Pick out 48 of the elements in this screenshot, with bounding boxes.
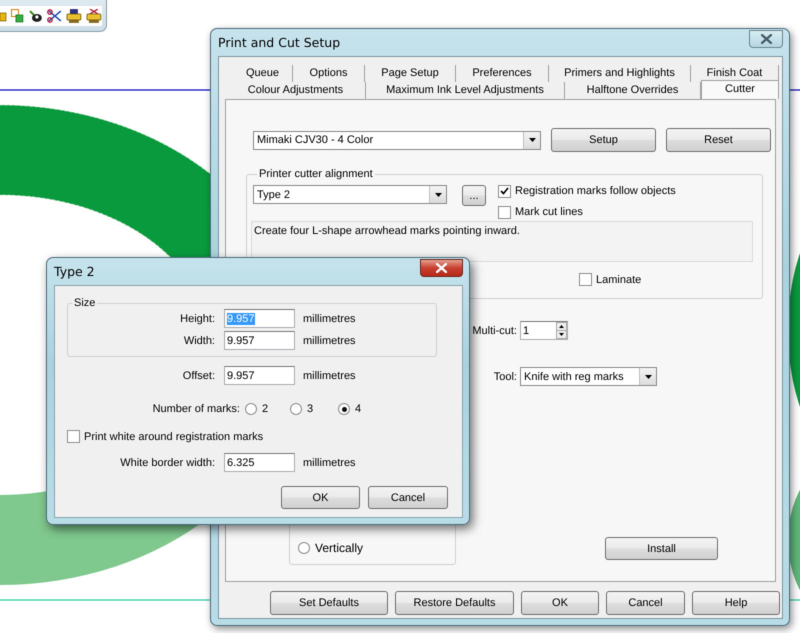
number-field[interactable]: 6.325 <box>224 453 295 472</box>
printer-button[interactable]: Reset <box>666 128 771 152</box>
radio-label: 3 <box>307 403 314 415</box>
dialog-button[interactable]: Cancel <box>368 486 448 509</box>
dialog-button[interactable]: OK <box>521 591 599 615</box>
field-label: Tool: <box>492 370 517 382</box>
unit-label: millimetres <box>303 370 357 382</box>
dialog-button[interactable]: Help <box>692 591 780 615</box>
field-label: Number of marks: <box>152 403 240 415</box>
checkbox-label: Registration marks follow objects <box>515 185 676 197</box>
checkbox-label: Laminate <box>596 274 642 286</box>
unit-label: millimetres <box>303 456 357 468</box>
printer-dropdown[interactable]: Mimaki CJV30 - 4 Color <box>253 130 541 150</box>
group-label: Printer cutter alignment <box>258 168 374 180</box>
unit-label: millimetres <box>303 312 357 324</box>
unit-label: millimetres <box>303 334 357 346</box>
tool-dropdown[interactable]: Knife with reg marks <box>520 367 657 386</box>
type-dropdown[interactable]: Type 2 <box>253 185 447 204</box>
checkbox-label: Print white around registration marks <box>84 430 264 442</box>
tab[interactable]: Preferences <box>456 65 549 82</box>
field-label: White border width: <box>119 456 215 468</box>
description-text: Create four L-shape arrowhead marks pointing inward. <box>254 225 520 237</box>
number-field[interactable]: 9.957 <box>224 366 295 385</box>
install-button[interactable]: Install <box>605 537 718 560</box>
radio-label: Vertically <box>315 541 364 555</box>
checkbox-label: Mark cut lines <box>515 206 583 218</box>
tab[interactable]: Primers and Highlights <box>549 65 691 82</box>
number-field[interactable]: 9.957 <box>224 331 295 350</box>
tab[interactable]: Options <box>293 65 365 82</box>
dialog-button[interactable]: OK <box>281 486 360 509</box>
dialog-button[interactable]: Cancel <box>606 591 685 615</box>
tab[interactable]: Page Setup <box>365 65 456 82</box>
radio-label: 2 <box>262 403 268 415</box>
tab[interactable]: Cutter <box>701 80 779 99</box>
radio-label: 4 <box>355 403 362 415</box>
window-title: Type 2 <box>54 264 95 279</box>
field-label: Multi-cut: <box>471 324 517 336</box>
browse-button[interactable]: ... <box>462 185 486 206</box>
tab[interactable]: Queue <box>233 65 293 82</box>
window-title: Print and Cut Setup <box>218 35 340 50</box>
group-label: Size <box>73 297 96 309</box>
dialog-button[interactable]: Restore Defaults <box>395 591 514 615</box>
dialog-button[interactable]: Set Defaults <box>270 591 388 615</box>
multi-cut-field[interactable]: 1 <box>520 321 568 340</box>
field-label: Offset: <box>182 370 215 382</box>
field-label: Width: <box>182 334 215 346</box>
printer-button[interactable]: Setup <box>551 128 656 152</box>
field-label: Height: <box>179 312 215 324</box>
